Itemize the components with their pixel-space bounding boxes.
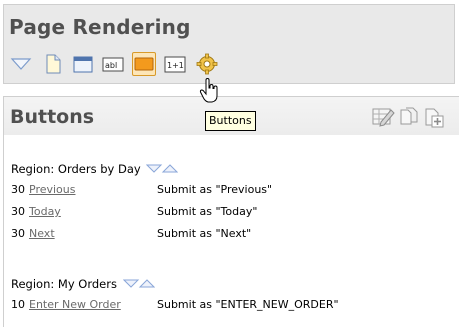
section-title: Buttons	[10, 106, 95, 128]
region-icon[interactable]	[71, 52, 95, 76]
button-action: Submit as "Next"	[157, 227, 252, 240]
copy-icon[interactable]	[398, 106, 420, 128]
text-field-icon[interactable]: abl	[101, 52, 125, 76]
button-sequence: 30	[11, 205, 25, 218]
button-action: Submit as "ENTER_NEW_ORDER"	[157, 298, 339, 311]
button-link-enter-new-order[interactable]: Enter New Order	[29, 298, 121, 311]
computation-icon[interactable]: 1+1	[163, 52, 187, 76]
page-rendering-panel: Page Rendering abl 1+1	[3, 4, 455, 84]
process-gear-icon[interactable]	[195, 52, 219, 76]
button-action: Submit as "Previous"	[157, 183, 273, 196]
button-link-today[interactable]: Today	[29, 205, 61, 218]
buttons-tooltip: Buttons	[205, 111, 256, 131]
svg-text:abl: abl	[105, 61, 117, 70]
page-icon[interactable]	[41, 52, 65, 76]
region-heading-orders-by-day: Region: Orders by Day	[11, 162, 179, 177]
region-heading-label: Region: My Orders	[11, 277, 117, 291]
button-action: Submit as "Today"	[157, 205, 258, 218]
collapse-triangle-icon[interactable]	[9, 52, 33, 76]
button-icon[interactable]	[132, 52, 156, 76]
button-sequence: 30	[11, 183, 25, 196]
app-root: Page Rendering abl 1+1 Buttons Buttons R…	[0, 0, 459, 327]
button-link-next[interactable]: Next	[29, 227, 55, 240]
region-heading-label: Region: Orders by Day	[11, 162, 141, 176]
add-button-icon[interactable]	[423, 106, 445, 128]
svg-text:1+1: 1+1	[167, 61, 184, 70]
button-sequence: 10	[11, 298, 25, 311]
page-title: Page Rendering	[9, 15, 191, 39]
button-link-previous[interactable]: Previous	[29, 183, 76, 196]
sort-arrows-icon[interactable]	[146, 163, 179, 177]
edit-all-icon[interactable]	[371, 106, 395, 128]
button-sequence: 30	[11, 227, 25, 240]
sort-arrows-icon[interactable]	[122, 278, 155, 292]
region-heading-my-orders: Region: My Orders	[11, 277, 155, 292]
hand-cursor-icon	[199, 77, 221, 104]
